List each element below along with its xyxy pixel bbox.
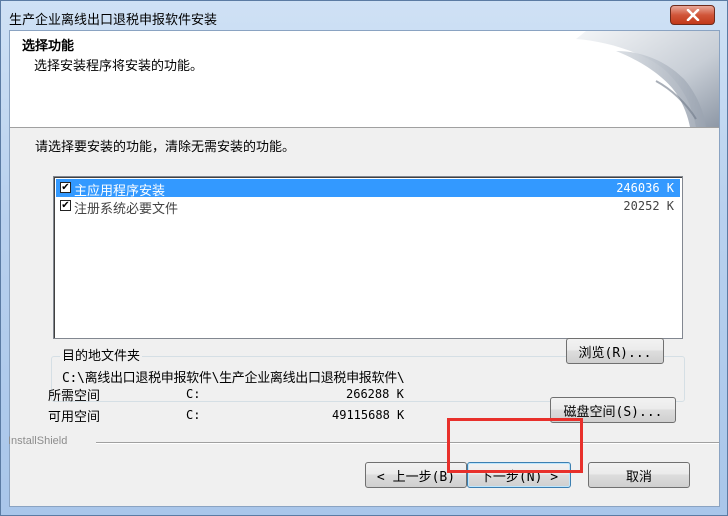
available-space-value: 49115688 K xyxy=(332,408,405,422)
feature-size: 20252 K xyxy=(623,199,674,213)
header-graphic-icon xyxy=(576,31,719,127)
destination-label: 目的地文件夹 xyxy=(60,345,143,364)
dialog-client-area: 选择功能 选择安装程序将安装的功能。 请选择要安装的功能，清除无需安装的功能。 … xyxy=(8,30,720,507)
installer-window: 生产企业离线出口退税申报软件安装 选择功能 选择安装程序将安装的功能。 请选择要… xyxy=(0,0,728,516)
feature-list[interactable]: ✔ 主应用程序安装 246036 K ✔ 注册系统必要文件 20252 K xyxy=(53,176,683,339)
required-space-label: 所需空间 xyxy=(48,389,101,404)
feature-size: 246036 K xyxy=(616,181,674,195)
destination-path: C:\离线出口退税申报软件\生产企业离线出口退税申报软件\ xyxy=(62,371,405,386)
required-space-value: 266288 K xyxy=(346,387,404,401)
feature-label: 注册系统必要文件 xyxy=(74,202,179,217)
browse-button[interactable]: 浏览(R)... xyxy=(566,338,664,364)
highlight-annotation xyxy=(447,418,583,473)
cancel-button[interactable]: 取消 xyxy=(588,462,690,488)
available-space-label: 可用空间 xyxy=(48,410,101,425)
required-space-drive: C: xyxy=(186,387,201,401)
close-button[interactable] xyxy=(670,5,715,25)
available-space-drive: C: xyxy=(186,408,201,422)
instruction-text: 请选择要安装的功能，清除无需安装的功能。 xyxy=(35,140,296,155)
footer-divider xyxy=(96,442,719,444)
header-title: 选择功能 xyxy=(22,39,75,54)
dialog-header: 选择功能 选择安装程序将安装的功能。 xyxy=(10,31,719,128)
feature-checkbox[interactable]: ✔ xyxy=(60,182,71,193)
window-title: 生产企业离线出口退税申报软件安装 xyxy=(9,13,218,28)
installshield-brand: InstallShield xyxy=(8,435,68,447)
list-item[interactable]: ✔ 主应用程序安装 246036 K xyxy=(56,179,680,199)
close-icon xyxy=(686,9,699,21)
title-bar[interactable]: 生产企业离线出口退税申报软件安装 xyxy=(1,1,727,31)
feature-checkbox[interactable]: ✔ xyxy=(60,200,71,211)
header-subtitle: 选择安装程序将安装的功能。 xyxy=(34,59,204,74)
list-item[interactable]: ✔ 注册系统必要文件 20252 K xyxy=(56,197,680,217)
